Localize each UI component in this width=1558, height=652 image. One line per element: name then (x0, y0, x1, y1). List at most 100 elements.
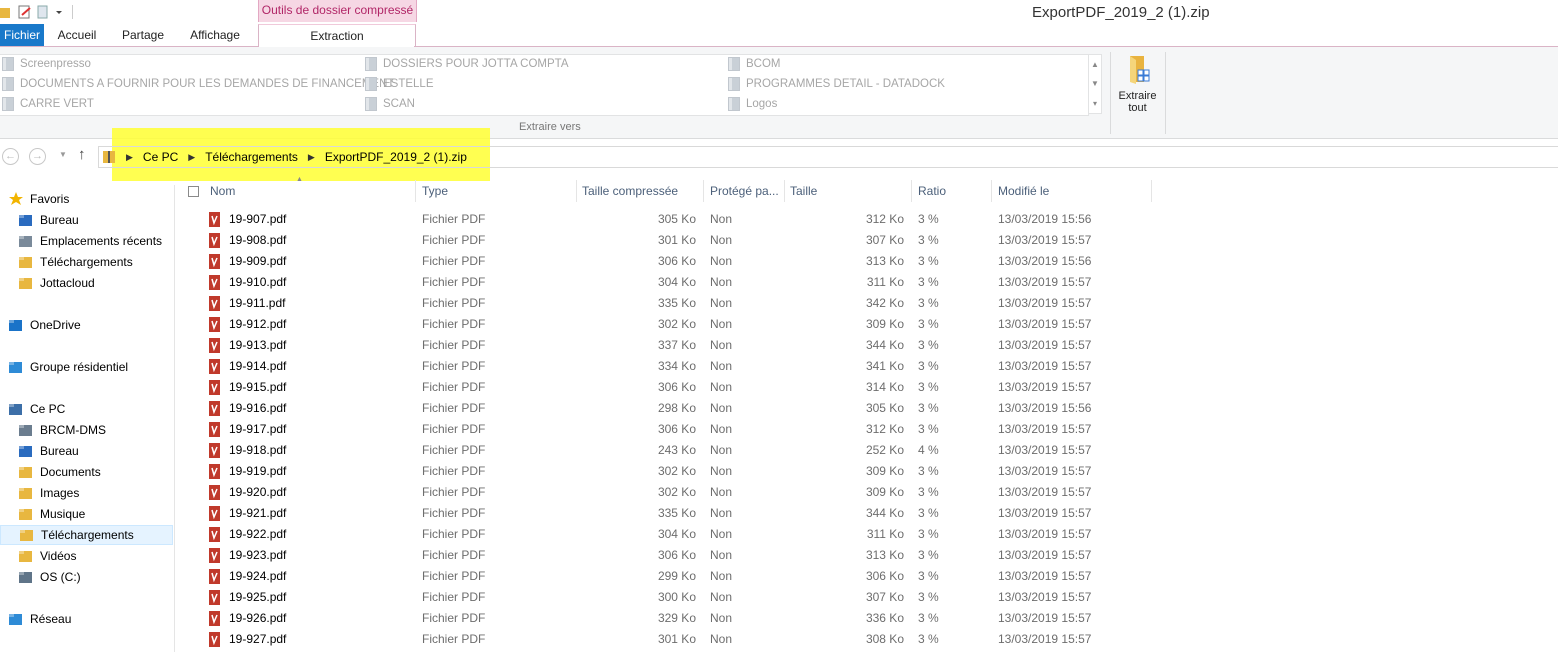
file-row[interactable]: 19-925.pdf Fichier PDF 300 Ko Non 307 Ko 3 % 1… (182, 587, 1558, 608)
select-all-checkbox[interactable] (188, 186, 199, 197)
destination-item[interactable]: ESTELLE (365, 75, 434, 93)
file-row[interactable]: 19-915.pdf Fichier PDF 306 Ko Non 314 Ko 3 % 1… (182, 377, 1558, 398)
file-row[interactable]: 19-920.pdf Fichier PDF 302 Ko Non 309 Ko 3 % 1… (182, 482, 1558, 503)
column-header-name[interactable]: Nom (210, 184, 235, 200)
file-type: Fichier PDF (422, 443, 486, 457)
destination-item[interactable]: Logos (728, 95, 777, 113)
column-header-compressed-size[interactable]: Taille compressée (582, 184, 678, 200)
breadcrumb-telechargements[interactable]: Téléchargements (205, 150, 298, 164)
nav-item[interactable]: Ce PC (8, 399, 65, 419)
file-row[interactable]: 19-907.pdf Fichier PDF 305 Ko Non 312 Ko 3 % 1… (182, 209, 1558, 230)
tab-fichier[interactable]: Fichier (0, 24, 44, 46)
computer-icon (8, 402, 24, 416)
destination-item[interactable]: CARRE VERT (2, 95, 94, 113)
extract-all-button[interactable]: Extraire tout (1114, 52, 1161, 132)
file-protected: Non (710, 401, 733, 415)
folder-icon[interactable] (0, 5, 14, 20)
column-header-type[interactable]: Type (422, 184, 448, 200)
nav-item[interactable]: OneDrive (8, 315, 81, 335)
nav-item[interactable]: Favoris (8, 189, 69, 209)
file-row[interactable]: 19-916.pdf Fichier PDF 298 Ko Non 305 Ko 3 % 1… (182, 398, 1558, 419)
column-divider[interactable] (415, 180, 416, 202)
file-row[interactable]: 19-918.pdf Fichier PDF 243 Ko Non 252 Ko 4 % 1… (182, 440, 1558, 461)
nav-item[interactable]: Bureau (18, 210, 79, 230)
file-row[interactable]: 19-909.pdf Fichier PDF 306 Ko Non 313 Ko 3 % 1… (182, 251, 1558, 272)
nav-item[interactable]: Images (18, 483, 79, 503)
folder-icon (728, 77, 740, 91)
destination-item[interactable]: DOSSIERS POUR JOTTA COMPTA (365, 55, 569, 73)
folder-icon (2, 57, 14, 71)
nav-item[interactable]: BRCM-DMS (18, 420, 106, 440)
destination-item[interactable]: DOCUMENTS A FOURNIR POUR LES DEMANDES DE… (2, 75, 394, 93)
nav-item[interactable]: Réseau (8, 609, 71, 629)
file-row[interactable]: 19-913.pdf Fichier PDF 337 Ko Non 344 Ko 3 % 1… (182, 335, 1558, 356)
properties-icon[interactable] (18, 5, 32, 20)
file-row[interactable]: 19-911.pdf Fichier PDF 335 Ko Non 342 Ko 3 % 1… (182, 293, 1558, 314)
file-row[interactable]: 19-910.pdf Fichier PDF 304 Ko Non 311 Ko 3 % 1… (182, 272, 1558, 293)
customize-qat-chevron-icon[interactable] (54, 5, 68, 20)
nav-item-label: Ce PC (30, 402, 66, 416)
nav-item[interactable]: Vidéos (18, 546, 76, 566)
scroll-up-icon[interactable]: ▲ (1091, 60, 1099, 69)
nav-item-label: Jottacloud (40, 276, 95, 290)
breadcrumb-chevron-icon[interactable]: ▶ (126, 152, 133, 163)
file-row[interactable]: 19-921.pdf Fichier PDF 335 Ko Non 344 Ko 3 % 1… (182, 503, 1558, 524)
column-divider[interactable] (576, 180, 577, 202)
file-row[interactable]: 19-908.pdf Fichier PDF 301 Ko Non 307 Ko 3 % 1… (182, 230, 1558, 251)
nav-item-label: Réseau (30, 612, 72, 626)
up-arrow-icon[interactable]: ↑ (78, 146, 86, 163)
file-row[interactable]: 19-914.pdf Fichier PDF 334 Ko Non 341 Ko 3 % 1… (182, 356, 1558, 377)
column-divider[interactable] (991, 180, 992, 202)
file-row[interactable]: 19-922.pdf Fichier PDF 304 Ko Non 311 Ko 3 % 1… (182, 524, 1558, 545)
back-button[interactable]: ← (2, 148, 19, 165)
breadcrumb-chevron-icon[interactable]: ▶ (308, 152, 315, 163)
column-divider[interactable] (1151, 180, 1152, 202)
column-header-ratio[interactable]: Ratio (918, 184, 946, 200)
column-header-size[interactable]: Taille (790, 184, 817, 200)
destination-item[interactable]: SCAN (365, 95, 415, 113)
nav-item[interactable]: Emplacements récents (18, 231, 162, 251)
breadcrumb-chevron-icon[interactable]: ▶ (188, 152, 195, 163)
destination-item[interactable]: Screenpresso (2, 55, 91, 73)
column-divider[interactable] (703, 180, 704, 202)
file-row[interactable]: 19-919.pdf Fichier PDF 302 Ko Non 309 Ko 3 % 1… (182, 461, 1558, 482)
column-header-protected[interactable]: Protégé pa... (710, 184, 779, 200)
column-divider[interactable] (784, 180, 785, 202)
file-row[interactable]: 19-926.pdf Fichier PDF 329 Ko Non 336 Ko 3 % 1… (182, 608, 1558, 629)
breadcrumb-zip[interactable]: ExportPDF_2019_2 (1).zip (325, 150, 467, 164)
new-folder-icon[interactable] (36, 5, 50, 20)
destination-item[interactable]: PROGRAMMES DETAIL - DATADOCK (728, 75, 945, 93)
file-type: Fichier PDF (422, 338, 486, 352)
forward-button[interactable]: → (29, 148, 46, 165)
tab-extraction[interactable]: Extraction (258, 24, 416, 48)
nav-item[interactable]: Documents (18, 462, 101, 482)
file-row[interactable]: 19-923.pdf Fichier PDF 306 Ko Non 313 Ko 3 % 1… (182, 545, 1558, 566)
file-size: 336 Ko (865, 611, 904, 625)
nav-item[interactable]: Musique (18, 504, 85, 524)
file-ratio: 3 % (918, 548, 939, 562)
scroll-down-icon[interactable]: ▼ (1091, 79, 1099, 88)
column-header-modified[interactable]: Modifié le (998, 184, 1049, 200)
breadcrumb-ce-pc[interactable]: Ce PC (143, 150, 178, 164)
tab-partage[interactable]: Partage (112, 24, 174, 46)
nav-item[interactable]: Jottacloud (18, 273, 95, 293)
nav-item[interactable]: Téléchargements (0, 525, 173, 545)
address-bar[interactable]: ▶ Ce PC ▶ Téléchargements ▶ ExportPDF_20… (98, 146, 1558, 168)
file-modified: 13/03/2019 15:57 (998, 422, 1092, 436)
file-size: 307 Ko (865, 233, 904, 247)
file-row[interactable]: 19-927.pdf Fichier PDF 301 Ko Non 308 Ko 3 % 1… (182, 629, 1558, 650)
tab-affichage[interactable]: Affichage (180, 24, 250, 46)
expand-gallery-icon[interactable]: ▾ (1093, 99, 1097, 108)
nav-item[interactable]: Bureau (18, 441, 79, 461)
column-divider[interactable] (911, 180, 912, 202)
nav-item[interactable]: Téléchargements (18, 252, 133, 272)
tab-accueil[interactable]: Accueil (50, 24, 104, 46)
gallery-scroller[interactable]: ▲ ▼ ▾ (1088, 54, 1102, 114)
recent-locations-chevron-icon[interactable]: ▼ (59, 150, 67, 159)
destination-item[interactable]: BCOM (728, 55, 781, 73)
file-row[interactable]: 19-917.pdf Fichier PDF 306 Ko Non 312 Ko 3 % 1… (182, 419, 1558, 440)
file-row[interactable]: 19-924.pdf Fichier PDF 299 Ko Non 306 Ko 3 % 1… (182, 566, 1558, 587)
nav-item[interactable]: OS (C:) (18, 567, 81, 587)
file-row[interactable]: 19-912.pdf Fichier PDF 302 Ko Non 309 Ko 3 % 1… (182, 314, 1558, 335)
nav-item[interactable]: Groupe résidentiel (8, 357, 128, 377)
